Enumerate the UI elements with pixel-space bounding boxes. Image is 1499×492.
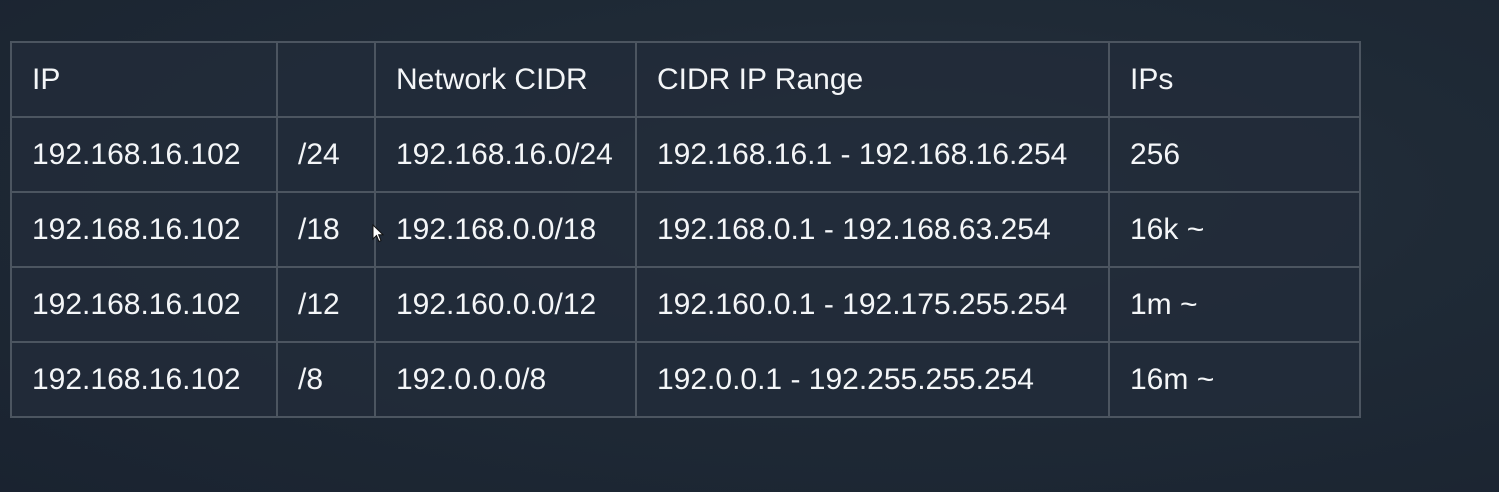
cell-ip: 192.168.16.102 (10, 341, 278, 418)
header-prefix (276, 41, 376, 118)
cell-cidr-ip-range: 192.168.0.1 - 192.168.63.254 (635, 191, 1110, 268)
cidr-table: IP Network CIDR CIDR IP Range IPs 192.16… (10, 41, 1361, 418)
cell-cidr-ip-range: 192.160.0.1 - 192.175.255.254 (635, 266, 1110, 343)
header-ips: IPs (1108, 41, 1361, 118)
table-row: 192.168.16.102 /18 192.168.0.0/18 192.16… (10, 191, 1361, 268)
table-header-row: IP Network CIDR CIDR IP Range IPs (10, 41, 1361, 118)
cell-prefix: /24 (276, 116, 376, 193)
header-ip: IP (10, 41, 278, 118)
cell-ips: 256 (1108, 116, 1361, 193)
mouse-pointer-icon (372, 224, 384, 243)
cell-network-cidr: 192.168.16.0/24 (374, 116, 637, 193)
cell-network-cidr: 192.160.0.0/12 (374, 266, 637, 343)
table-row: 192.168.16.102 /8 192.0.0.0/8 192.0.0.1 … (10, 341, 1361, 418)
cell-cidr-ip-range: 192.168.16.1 - 192.168.16.254 (635, 116, 1110, 193)
header-cidr-ip-range: CIDR IP Range (635, 41, 1110, 118)
cell-ips: 1m ~ (1108, 266, 1361, 343)
cell-network-cidr: 192.0.0.0/8 (374, 341, 637, 418)
cell-ip: 192.168.16.102 (10, 191, 278, 268)
cell-prefix: /8 (276, 341, 376, 418)
table-row: 192.168.16.102 /12 192.160.0.0/12 192.16… (10, 266, 1361, 343)
table-row: 192.168.16.102 /24 192.168.16.0/24 192.1… (10, 116, 1361, 193)
cell-ips: 16m ~ (1108, 341, 1361, 418)
cell-network-cidr: 192.168.0.0/18 (374, 191, 637, 268)
cell-prefix: /18 (276, 191, 376, 268)
cell-ip: 192.168.16.102 (10, 266, 278, 343)
cell-prefix: /12 (276, 266, 376, 343)
cell-cidr-ip-range: 192.0.0.1 - 192.255.255.254 (635, 341, 1110, 418)
header-network-cidr: Network CIDR (374, 41, 637, 118)
cell-ip: 192.168.16.102 (10, 116, 278, 193)
cell-ips: 16k ~ (1108, 191, 1361, 268)
